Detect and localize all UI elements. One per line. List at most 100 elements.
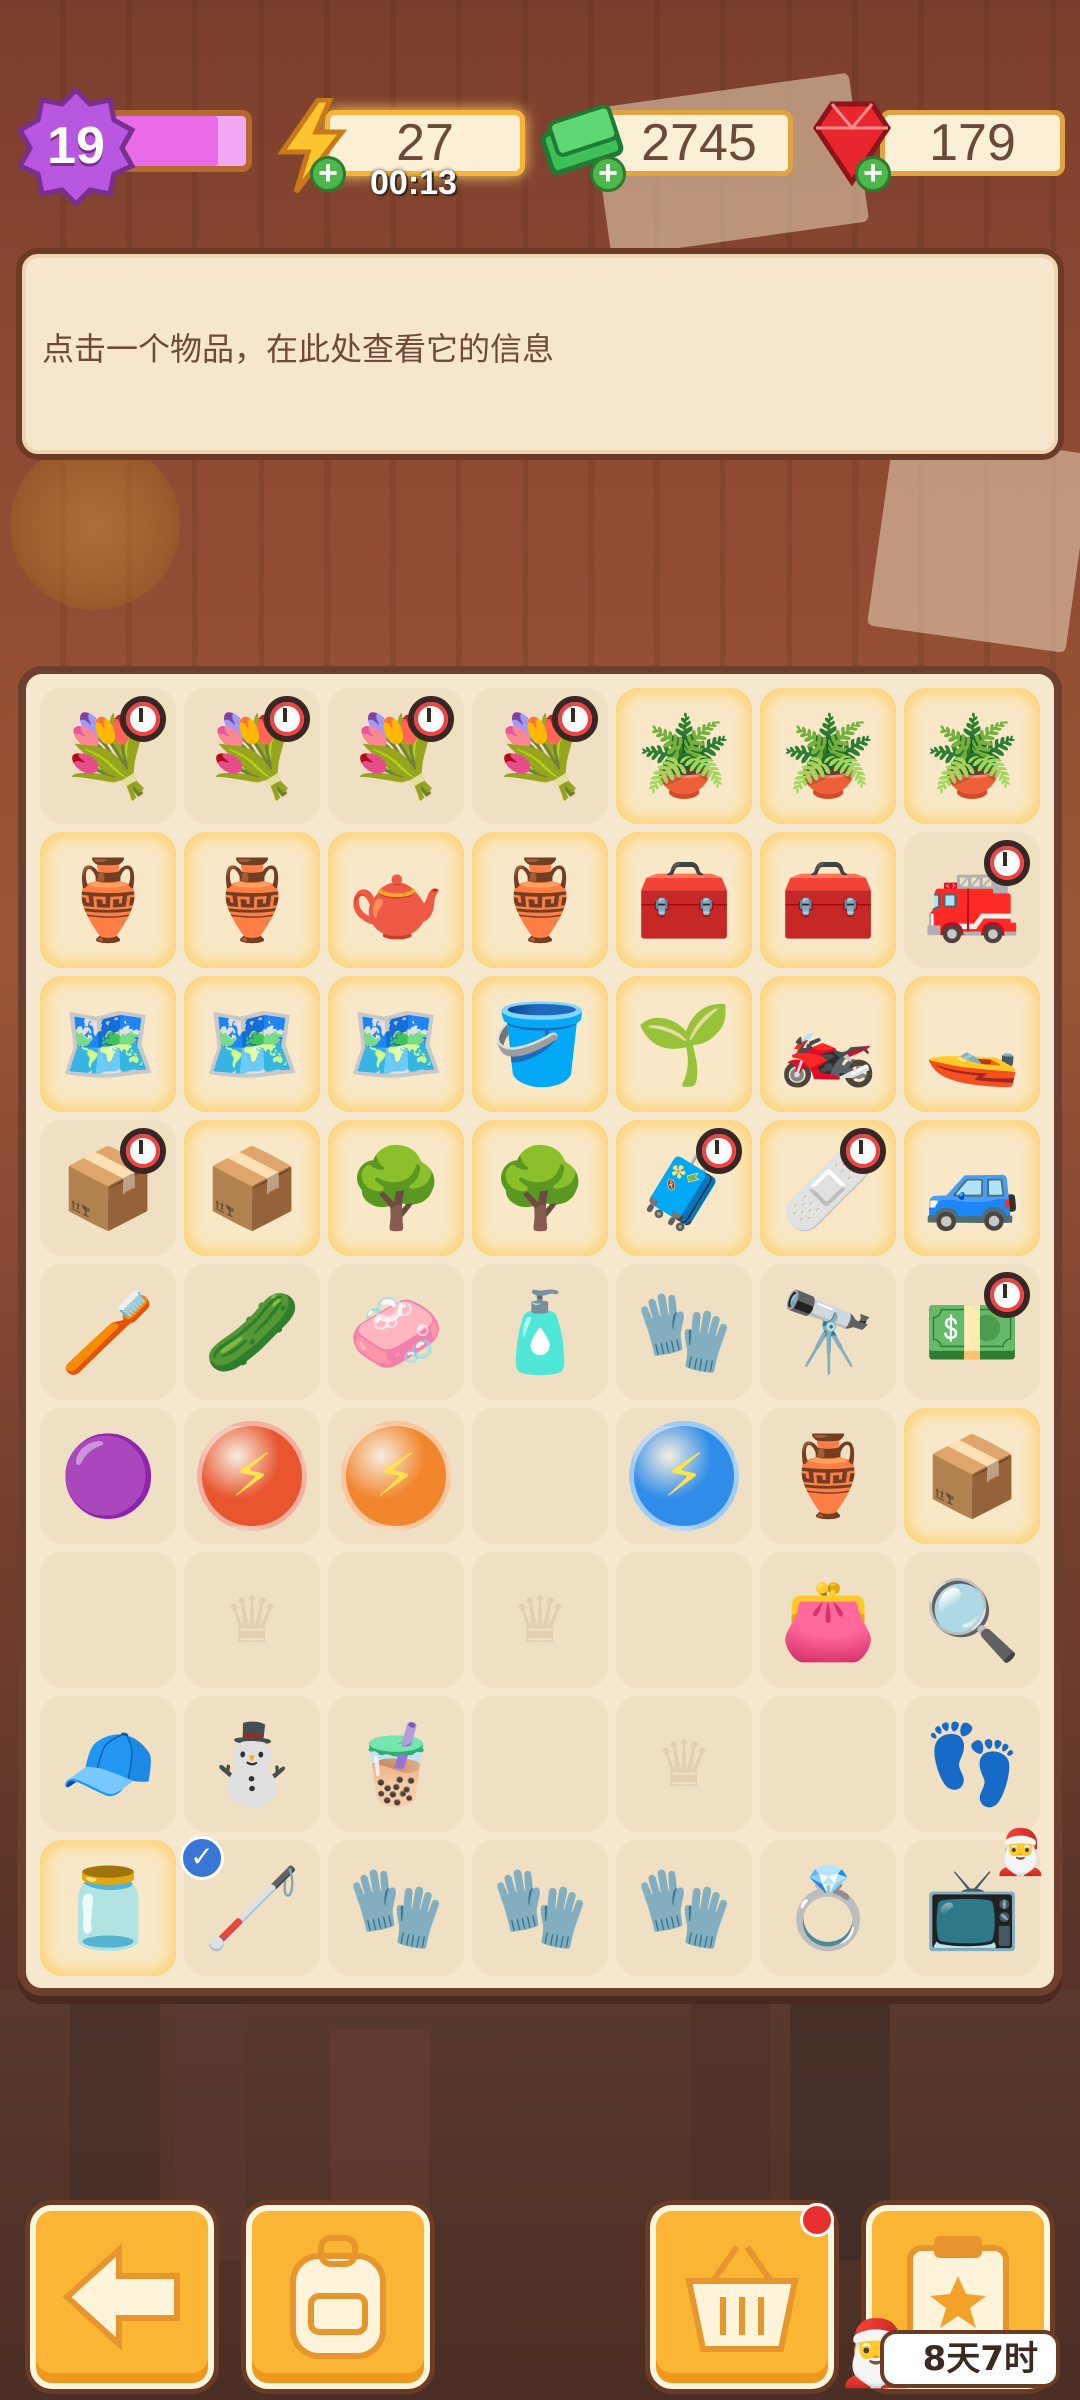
board-cell[interactable]: 🗺️ bbox=[40, 976, 176, 1112]
board-cell[interactable]: 🗺️ bbox=[328, 976, 464, 1112]
board-cell[interactable]: 🪥 bbox=[40, 1264, 176, 1400]
closed-box-icon: 📦 bbox=[923, 1432, 1021, 1520]
crown-placeholder-icon: ♛ bbox=[655, 1727, 713, 1800]
level-badge[interactable]: 19 bbox=[14, 84, 138, 208]
board-cell[interactable]: 🧤 bbox=[472, 1840, 608, 1976]
gem-add-icon[interactable]: + bbox=[855, 156, 891, 192]
green-brush-icon: 🪥 bbox=[59, 1288, 157, 1376]
energy-add-icon[interactable]: + bbox=[310, 156, 346, 192]
board-cell[interactable]: 📦 bbox=[904, 1408, 1040, 1544]
item-info-text: 点击一个物品，在此处查看它的信息 bbox=[42, 330, 555, 368]
cooldown-clock-icon bbox=[120, 1128, 166, 1174]
evidence-bag-icon: 🔍 bbox=[923, 1576, 1021, 1664]
backpack-button[interactable] bbox=[246, 2205, 430, 2389]
board-cell[interactable]: 💐 bbox=[40, 688, 176, 824]
board-cell[interactable]: 🫙 bbox=[40, 1840, 176, 1976]
board-cell[interactable]: 🗺️ bbox=[184, 976, 320, 1112]
board-cell[interactable]: 🧰 bbox=[760, 832, 896, 968]
board-cell[interactable]: 🪣 bbox=[472, 976, 608, 1112]
energy-orb-orange-icon: ⚡ bbox=[341, 1421, 451, 1531]
board-cell[interactable]: 👣 bbox=[904, 1696, 1040, 1832]
energy-orb-red-icon: ⚡ bbox=[197, 1421, 307, 1531]
cash-add-icon[interactable]: + bbox=[590, 156, 626, 192]
board-cell[interactable]: ⚡ bbox=[328, 1408, 464, 1544]
retro-tv-icon: 📺 bbox=[923, 1864, 1021, 1952]
board-cell[interactable]: 🧼 bbox=[328, 1264, 464, 1400]
top-hud: 19 27 + 00:13 2745 + 179 + bbox=[0, 80, 1080, 210]
board-cell[interactable]: ♛ bbox=[184, 1552, 320, 1688]
board-cell[interactable]: 🏺 bbox=[760, 1408, 896, 1544]
board-cell[interactable]: 📦 bbox=[184, 1120, 320, 1256]
board-cell[interactable]: 🪴 bbox=[760, 688, 896, 824]
board-cell[interactable]: 🧤 bbox=[616, 1840, 752, 1976]
board-cell[interactable]: 🩹 bbox=[760, 1120, 896, 1256]
board-cell[interactable]: 💐 bbox=[328, 688, 464, 824]
board-cell[interactable]: 🌱 bbox=[616, 976, 752, 1112]
potted-tree-icon: 🪴 bbox=[923, 712, 1021, 800]
plant-pot-icon: 🌱 bbox=[635, 1000, 733, 1088]
shop-basket-button[interactable] bbox=[650, 2203, 834, 2389]
glass-jar-icon: 🫙 bbox=[59, 1864, 157, 1952]
board-cell[interactable]: 🏺 bbox=[184, 832, 320, 968]
board-cell[interactable]: 🔍 bbox=[904, 1552, 1040, 1688]
vase-icon: 🏺 bbox=[491, 856, 589, 944]
cash-counter[interactable]: 2745 bbox=[605, 110, 793, 176]
board-cell[interactable]: ⚡ bbox=[184, 1408, 320, 1544]
board-cell[interactable]: 🌳 bbox=[328, 1120, 464, 1256]
board-cell[interactable]: 🪴 bbox=[616, 688, 752, 824]
board-cell[interactable] bbox=[472, 1408, 608, 1544]
red-glove-icon: 🧤 bbox=[347, 1864, 445, 1952]
board-cell[interactable]: 🌳 bbox=[472, 1120, 608, 1256]
board-cell[interactable]: 🧋 bbox=[328, 1696, 464, 1832]
board-cell[interactable] bbox=[472, 1696, 608, 1832]
board-cell[interactable]: 🧳 bbox=[616, 1120, 752, 1256]
map-box-icon: 🗺️ bbox=[203, 1000, 301, 1088]
red-glove-icon: 🧤 bbox=[635, 1864, 733, 1952]
board-cell[interactable] bbox=[760, 1696, 896, 1832]
board-cell[interactable]: 🟣 bbox=[40, 1408, 176, 1544]
board-cell[interactable]: ♛ bbox=[616, 1696, 752, 1832]
board-cell[interactable]: 🧰 bbox=[616, 832, 752, 968]
board-cell[interactable]: 🏍️ bbox=[760, 976, 896, 1112]
cash-value: 2745 bbox=[641, 114, 757, 172]
gem-counter[interactable]: 179 bbox=[880, 110, 1065, 176]
potted-tree-icon: 🪴 bbox=[779, 712, 877, 800]
board-cell[interactable]: 🪴 bbox=[904, 688, 1040, 824]
checkmark-icon: ✓ bbox=[180, 1836, 224, 1880]
board-cell[interactable]: 📦 bbox=[40, 1120, 176, 1256]
board-cell[interactable]: 🔭 bbox=[760, 1264, 896, 1400]
board-cell[interactable]: 🧤 bbox=[616, 1264, 752, 1400]
back-button[interactable] bbox=[30, 2205, 214, 2389]
cooldown-clock-icon bbox=[408, 696, 454, 742]
board-cell[interactable]: 📺 🎅 bbox=[904, 1828, 1048, 1976]
board-cell[interactable]: 👛 bbox=[760, 1552, 896, 1688]
board-cell[interactable]: 🧤 bbox=[328, 1840, 464, 1976]
board-cell[interactable]: 🧴 bbox=[472, 1264, 608, 1400]
board-cell[interactable]: 💍 bbox=[760, 1840, 896, 1976]
board-cell[interactable]: ⚡ bbox=[616, 1408, 752, 1544]
board-cell[interactable]: 💐 bbox=[472, 688, 608, 824]
soap-bar-icon: 🧼 bbox=[347, 1288, 445, 1376]
board-cell[interactable] bbox=[328, 1552, 464, 1688]
yellow-ring-icon: 💍 bbox=[779, 1864, 877, 1952]
board-cell[interactable]: 🦯 ✓ bbox=[180, 1836, 320, 1976]
board-cell[interactable]: 🫖 bbox=[328, 832, 464, 968]
board-cell[interactable]: 🚙 bbox=[904, 1120, 1040, 1256]
board-cell[interactable] bbox=[40, 1552, 176, 1688]
board-cell[interactable]: ♛ bbox=[472, 1552, 608, 1688]
notification-dot bbox=[800, 2203, 834, 2237]
snowman-icon: ⛄ bbox=[203, 1720, 301, 1808]
board-cell[interactable]: 🚒 bbox=[904, 832, 1040, 968]
purple-car-icon: 🚙 bbox=[923, 1144, 1021, 1232]
board-cell[interactable] bbox=[616, 1552, 752, 1688]
board-cell[interactable]: 💐 bbox=[184, 688, 320, 824]
board-cell[interactable]: 🥒 bbox=[184, 1264, 320, 1400]
board-cell[interactable]: 💵 bbox=[904, 1264, 1040, 1400]
board-cell[interactable]: 🏺 bbox=[40, 832, 176, 968]
board-cell[interactable]: 🏺 bbox=[472, 832, 608, 968]
board-cell[interactable]: 🚤 bbox=[904, 976, 1040, 1112]
cooldown-clock-icon bbox=[696, 1128, 742, 1174]
board-cell[interactable]: 🧢 bbox=[40, 1696, 176, 1832]
board-cell[interactable]: ⛄ bbox=[184, 1696, 320, 1832]
map-box-icon: 🗺️ bbox=[347, 1000, 445, 1088]
